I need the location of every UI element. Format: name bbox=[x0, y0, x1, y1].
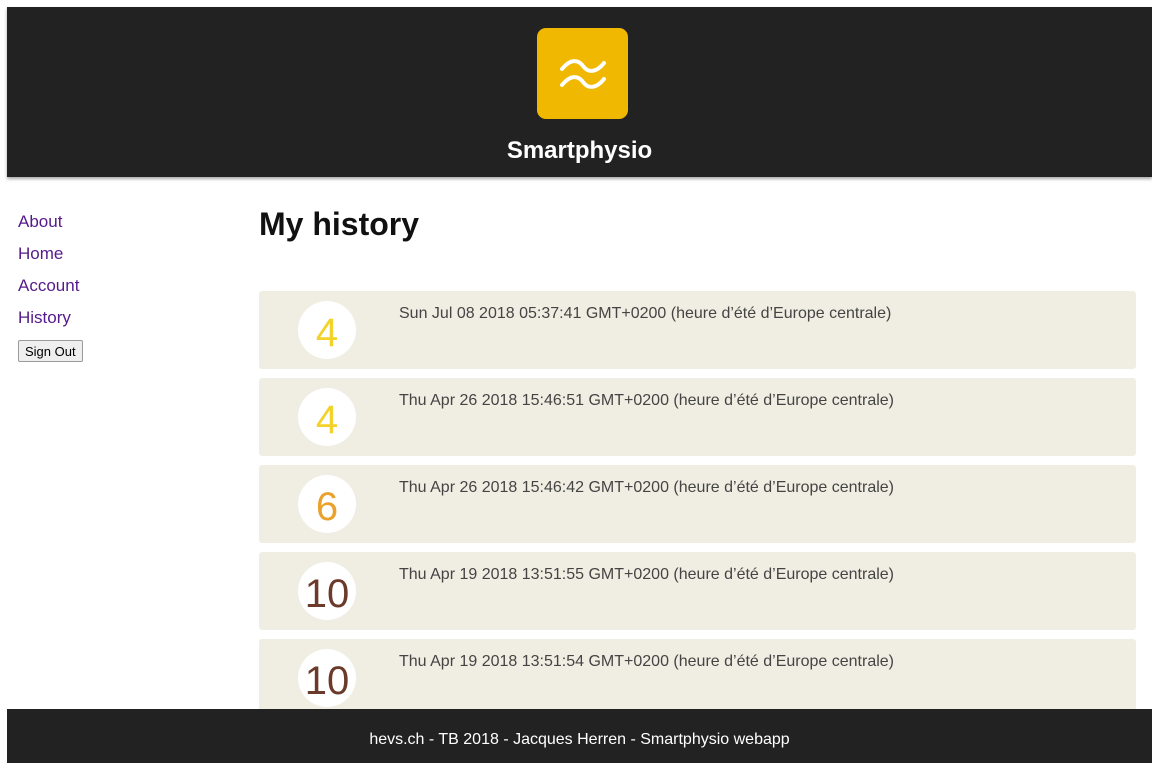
history-entry[interactable]: 4 Thu Apr 26 2018 15:46:51 GMT+0200 (heu… bbox=[259, 378, 1136, 456]
history-list: 4 Sun Jul 08 2018 05:37:41 GMT+0200 (heu… bbox=[259, 291, 1136, 726]
entry-date: Thu Apr 19 2018 13:51:54 GMT+0200 (heure… bbox=[399, 653, 894, 670]
app-footer: hevs.ch - TB 2018 - Jacques Herren - Sma… bbox=[7, 709, 1152, 763]
sidebar-item-account[interactable]: Account bbox=[18, 270, 218, 302]
sidebar-item-history[interactable]: History bbox=[18, 302, 218, 334]
entry-date: Sun Jul 08 2018 05:37:41 GMT+0200 (heure… bbox=[399, 305, 892, 322]
score-badge: 6 bbox=[298, 475, 356, 533]
history-entry[interactable]: 4 Sun Jul 08 2018 05:37:41 GMT+0200 (heu… bbox=[259, 291, 1136, 369]
main-content: My history 4 Sun Jul 08 2018 05:37:41 GM… bbox=[259, 200, 1136, 717]
approx-wave-icon bbox=[559, 58, 606, 89]
history-entry[interactable]: 6 Thu Apr 26 2018 15:46:42 GMT+0200 (heu… bbox=[259, 465, 1136, 543]
page-frame bbox=[0, 0, 7, 763]
logo bbox=[537, 28, 628, 119]
entry-date: Thu Apr 19 2018 13:51:55 GMT+0200 (heure… bbox=[399, 566, 894, 583]
score-badge: 4 bbox=[298, 301, 356, 359]
app-header: Smartphysio bbox=[7, 7, 1152, 177]
sidebar-item-home[interactable]: Home bbox=[18, 238, 218, 270]
score-badge: 10 bbox=[298, 649, 356, 707]
app-brand-name: Smartphysio bbox=[506, 137, 653, 164]
score-badge: 4 bbox=[298, 388, 356, 446]
sign-out-button[interactable]: Sign Out bbox=[18, 340, 83, 362]
entry-date: Thu Apr 26 2018 15:46:51 GMT+0200 (heure… bbox=[399, 392, 894, 409]
history-entry[interactable]: 10 Thu Apr 19 2018 13:51:54 GMT+0200 (he… bbox=[259, 639, 1136, 717]
sidebar-item-about[interactable]: About bbox=[18, 206, 218, 238]
entry-date: Thu Apr 26 2018 15:46:42 GMT+0200 (heure… bbox=[399, 479, 894, 496]
score-badge: 10 bbox=[298, 562, 356, 620]
sidebar-nav: About Home Account History Sign Out bbox=[18, 206, 218, 362]
history-entry[interactable]: 10 Thu Apr 19 2018 13:51:55 GMT+0200 (he… bbox=[259, 552, 1136, 630]
page-title: My history bbox=[259, 206, 420, 242]
